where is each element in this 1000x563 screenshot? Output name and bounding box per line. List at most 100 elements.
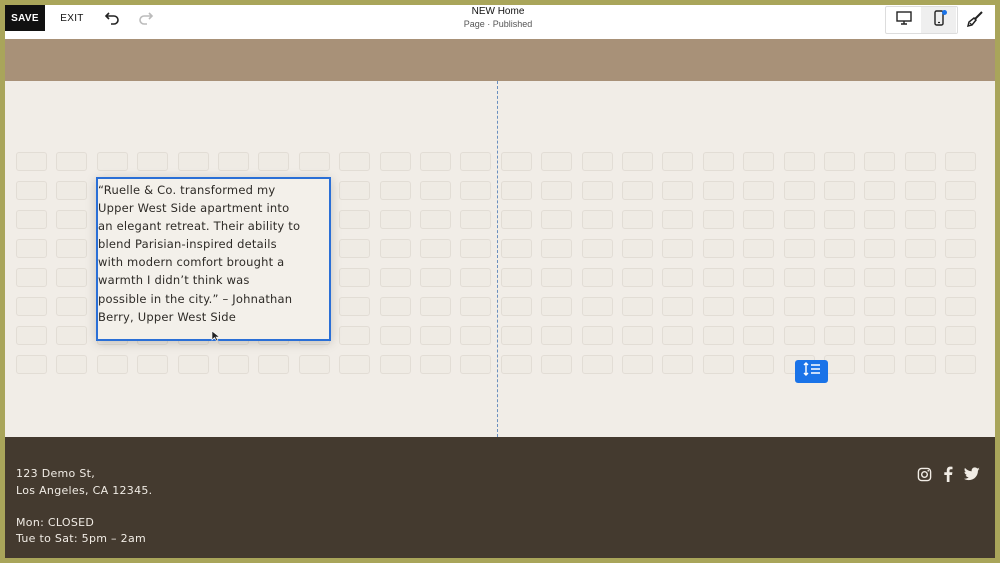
grid-cell	[582, 355, 613, 374]
grid-cell	[16, 181, 47, 200]
grid-cell	[864, 297, 895, 316]
grid-cell	[784, 152, 815, 171]
grid-cell	[622, 268, 653, 287]
grid-cell	[743, 210, 774, 229]
undo-icon[interactable]	[103, 9, 121, 27]
grid-cell	[582, 326, 613, 345]
testimonial-text-block[interactable]: “Ruelle & Co. transformed my Upper West …	[96, 177, 334, 342]
grid-cell	[258, 152, 289, 171]
mobile-view-button[interactable]	[921, 7, 956, 33]
grid-cell	[541, 152, 572, 171]
grid-cell	[56, 326, 87, 345]
grid-cell	[460, 239, 491, 258]
grid-cell	[703, 355, 734, 374]
grid-cell	[662, 355, 693, 374]
grid-cell	[56, 239, 87, 258]
grid-cell	[299, 355, 330, 374]
page-title-block[interactable]: NEW Home Page · Published	[398, 6, 598, 30]
center-guide	[497, 81, 498, 437]
notification-dot	[942, 10, 947, 15]
grid-cell	[662, 297, 693, 316]
quote-line: “Ruelle & Co. transformed my	[98, 183, 276, 197]
grid-cell	[541, 355, 572, 374]
desktop-view-button[interactable]	[886, 7, 921, 33]
grid-cell	[137, 355, 168, 374]
grid-cell	[945, 181, 976, 200]
grid-cell	[178, 152, 209, 171]
grid-cell	[258, 355, 289, 374]
grid-cell	[501, 239, 532, 258]
grid-cell	[743, 239, 774, 258]
redo-icon[interactable]	[137, 9, 155, 27]
instagram-icon[interactable]	[915, 465, 933, 483]
hours-line-1: Mon: CLOSED	[16, 516, 95, 529]
grid-cell	[582, 152, 613, 171]
grid-cell	[864, 239, 895, 258]
grid-cell	[541, 326, 572, 345]
grid-cell	[299, 152, 330, 171]
grid-cell	[743, 268, 774, 287]
facebook-icon[interactable]	[939, 465, 957, 483]
grid-cell	[97, 152, 128, 171]
grid-cell	[945, 326, 976, 345]
grid-cell	[905, 181, 936, 200]
grid-cell	[541, 210, 572, 229]
site-footer[interactable]: 123 Demo St, Los Angeles, CA 12345. Mon:…	[5, 437, 995, 558]
grid-cell	[703, 210, 734, 229]
grid-cell	[662, 210, 693, 229]
grid-cell	[339, 326, 370, 345]
exit-button[interactable]: EXIT	[57, 5, 87, 31]
grid-cell	[541, 239, 572, 258]
grid-cell	[460, 268, 491, 287]
grid-cell	[905, 268, 936, 287]
testimonial-quote[interactable]: “Ruelle & Co. transformed my Upper West …	[98, 181, 334, 326]
grid-cell	[460, 210, 491, 229]
grid-cell	[864, 152, 895, 171]
grid-cell	[662, 239, 693, 258]
grid-cell	[945, 297, 976, 316]
grid-cell	[622, 152, 653, 171]
grid-cell	[380, 152, 411, 171]
grid-cell	[784, 297, 815, 316]
twitter-icon[interactable]	[963, 465, 981, 483]
address-line-1: 123 Demo St,	[16, 467, 96, 480]
grid-cell	[622, 239, 653, 258]
grid-cell	[622, 210, 653, 229]
grid-cell	[460, 181, 491, 200]
grid-cell	[420, 152, 451, 171]
grid-cell	[380, 210, 411, 229]
grid-cell	[16, 326, 47, 345]
editor-toolbar: SAVE EXIT NEW Home Page · Published	[5, 5, 995, 40]
grid-cell	[56, 355, 87, 374]
grid-cell	[501, 181, 532, 200]
grid-cell	[380, 181, 411, 200]
grid-cell	[864, 181, 895, 200]
grid-cell	[905, 152, 936, 171]
quote-line: Upper West Side apartment into	[98, 201, 290, 216]
grid-cell	[16, 152, 47, 171]
grid-cell	[582, 268, 613, 287]
grid-cell	[339, 210, 370, 229]
grid-cell	[178, 355, 209, 374]
grid-cell	[16, 210, 47, 229]
section-spacing-button[interactable]	[795, 360, 828, 383]
grid-cell	[703, 326, 734, 345]
grid-cell	[905, 355, 936, 374]
testimonial-section[interactable]: “Ruelle & Co. transformed my Upper West …	[5, 81, 995, 437]
paintbrush-icon[interactable]	[965, 9, 985, 29]
grid-cell	[541, 181, 572, 200]
grid-cell	[622, 297, 653, 316]
grid-cell	[420, 355, 451, 374]
grid-cell	[501, 355, 532, 374]
grid-cell	[420, 239, 451, 258]
grid-cell	[905, 210, 936, 229]
quote-line: warmth I didn’t think was	[98, 273, 250, 288]
mouse-cursor-icon	[211, 329, 221, 342]
save-button[interactable]: SAVE	[5, 5, 45, 31]
grid-cell	[460, 152, 491, 171]
grid-cell	[824, 152, 855, 171]
grid-cell	[16, 239, 47, 258]
grid-cell	[622, 181, 653, 200]
quote-line: possible in the city.” – Johnathan	[98, 291, 293, 306]
grid-cell	[703, 152, 734, 171]
